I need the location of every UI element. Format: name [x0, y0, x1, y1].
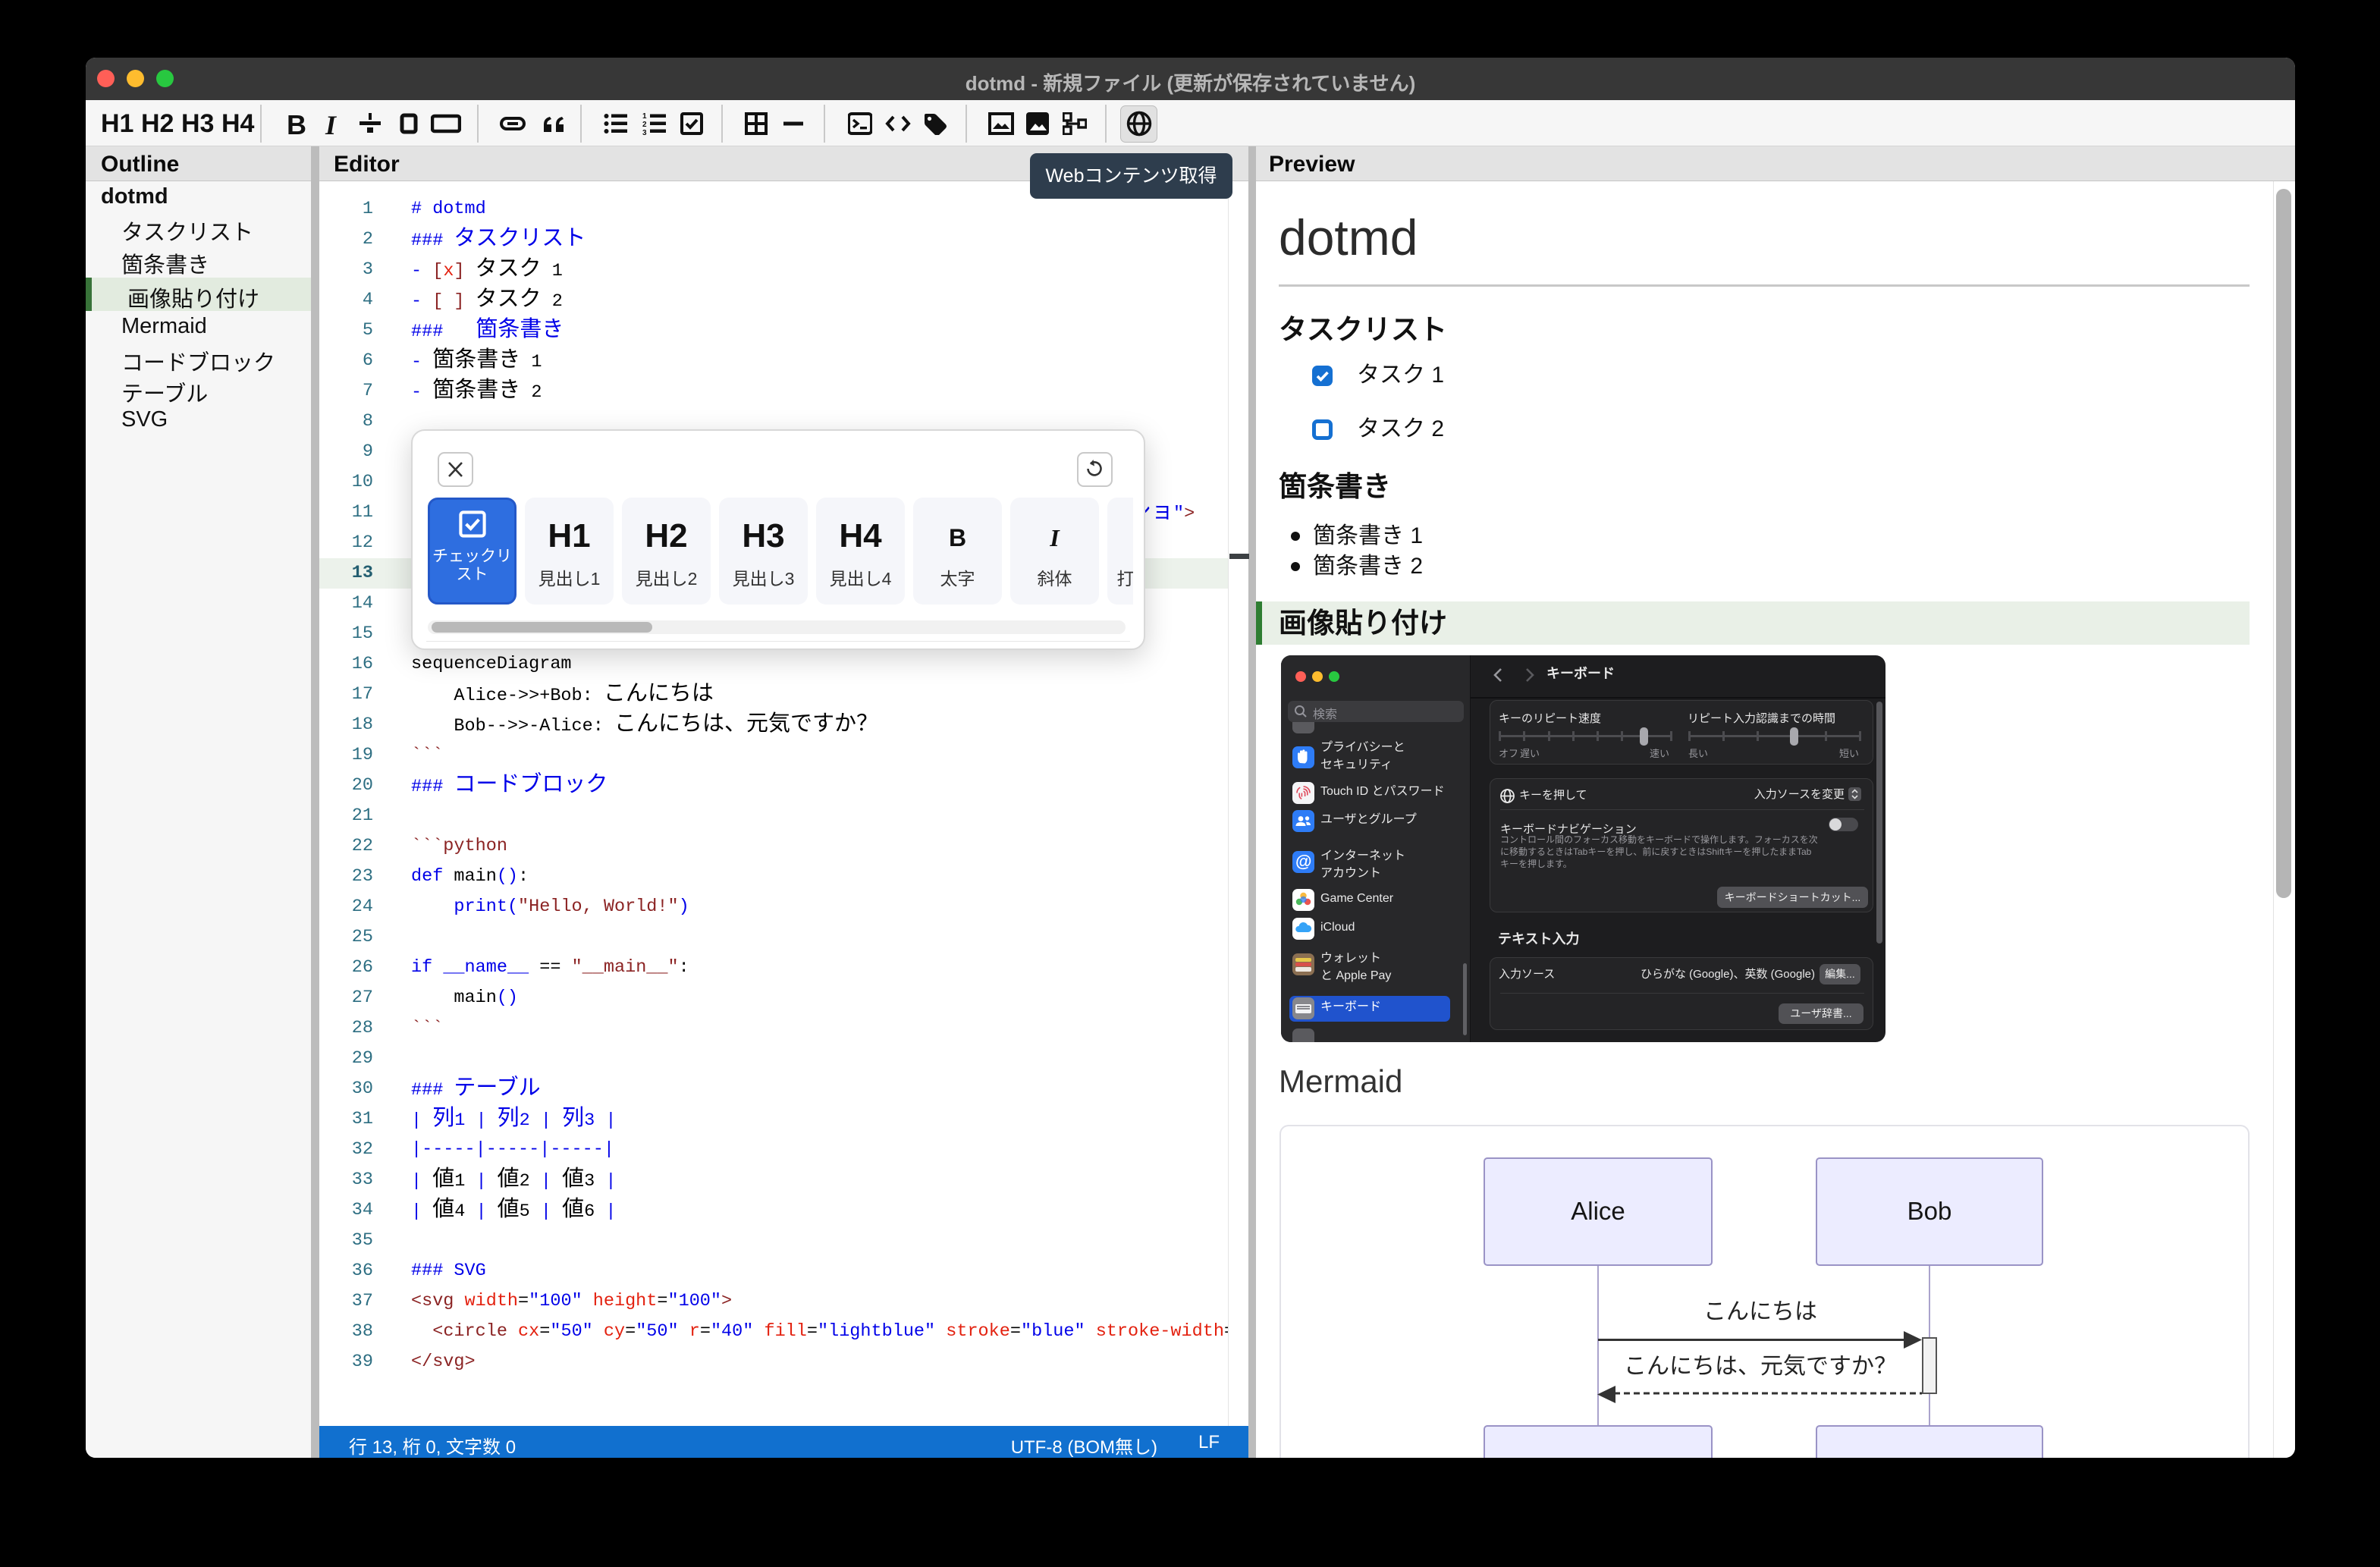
svg-text:1: 1 — [642, 112, 647, 121]
svg-text:2: 2 — [642, 121, 647, 129]
svg-text:3: 3 — [642, 129, 647, 135]
